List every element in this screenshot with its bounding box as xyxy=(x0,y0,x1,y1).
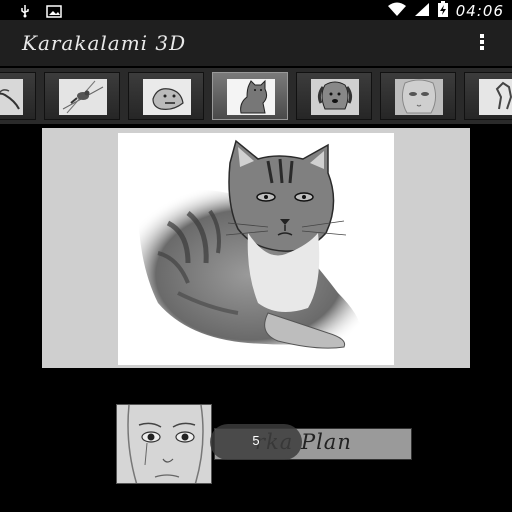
battery-charging-icon xyxy=(437,1,449,21)
hand-sketch-thumbnail xyxy=(0,79,23,115)
thumbnail-bird[interactable] xyxy=(44,72,120,120)
signal-icon xyxy=(414,2,430,21)
bird-sketch-thumbnail xyxy=(59,79,107,115)
thumbnail-dog[interactable] xyxy=(128,72,204,120)
thumbnail-golden-retriever[interactable] xyxy=(296,72,372,120)
retriever-sketch-thumbnail xyxy=(311,79,359,115)
wifi-icon xyxy=(387,2,407,21)
thumbnail-cat[interactable] xyxy=(212,72,288,120)
thumbnail-face[interactable] xyxy=(380,72,456,120)
face-sketch-thumbnail xyxy=(395,79,443,115)
app-title: Karakalami 3D xyxy=(22,31,187,55)
thumbnail-hand[interactable] xyxy=(0,72,36,120)
overflow-menu-icon[interactable] xyxy=(478,34,486,52)
dog-sketch-thumbnail xyxy=(143,79,191,115)
thumbnail-horse[interactable] xyxy=(464,72,512,120)
cat-sketch-image xyxy=(118,133,394,365)
count-value: 5 xyxy=(252,433,260,448)
clock: 04:06 xyxy=(455,2,504,20)
status-bar: 04:06 xyxy=(0,0,512,20)
thumbnail-strip[interactable] xyxy=(0,68,512,124)
cat-sketch-thumbnail xyxy=(227,79,275,115)
face-sketch-preview[interactable] xyxy=(116,404,212,484)
main-image-frame[interactable] xyxy=(42,128,470,368)
count-badge: 5 xyxy=(210,424,302,460)
action-bar: Karakalami 3D xyxy=(0,20,512,66)
horse-sketch-thumbnail xyxy=(479,79,512,115)
